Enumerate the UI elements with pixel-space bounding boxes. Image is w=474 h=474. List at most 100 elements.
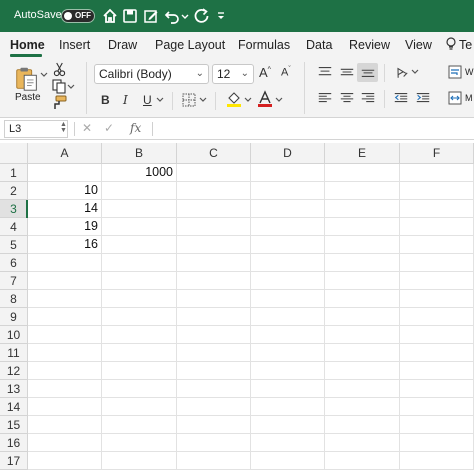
cell-a17[interactable]	[28, 452, 102, 470]
decrease-indent-icon[interactable]	[392, 90, 410, 106]
tab-draw[interactable]: Draw	[108, 38, 137, 52]
cell-c14[interactable]	[177, 398, 251, 416]
cell-e12[interactable]	[325, 362, 400, 380]
row-header-11[interactable]: 11	[0, 344, 28, 362]
cell-b1[interactable]: 1000	[102, 164, 177, 182]
row-header-9[interactable]: 9	[0, 308, 28, 326]
italic-button[interactable]: I	[123, 93, 128, 107]
format-painter-icon[interactable]	[51, 95, 67, 111]
tab-data[interactable]: Data	[306, 38, 332, 52]
cell-b4[interactable]	[102, 218, 177, 236]
cell-c15[interactable]	[177, 416, 251, 434]
cell-f13[interactable]	[400, 380, 474, 398]
autosave-toggle[interactable]: OFF	[61, 9, 95, 23]
cell-a3[interactable]: 14	[28, 200, 102, 218]
cell-e8[interactable]	[325, 290, 400, 308]
orientation-dropdown-icon[interactable]	[411, 67, 419, 77]
cell-b9[interactable]	[102, 308, 177, 326]
insert-function-button[interactable]: fx	[130, 121, 141, 135]
cell-d15[interactable]	[251, 416, 325, 434]
cell-f5[interactable]	[400, 236, 474, 254]
underline-button[interactable]: U	[143, 93, 152, 107]
cell-e11[interactable]	[325, 344, 400, 362]
fill-color-icon[interactable]	[225, 90, 243, 108]
paste-dropdown-icon[interactable]	[40, 70, 48, 80]
cell-c4[interactable]	[177, 218, 251, 236]
column-header-e[interactable]: E	[325, 143, 400, 164]
row-header-14[interactable]: 14	[0, 398, 28, 416]
cell-a12[interactable]	[28, 362, 102, 380]
align-top-icon[interactable]	[316, 64, 334, 80]
merge-center-icon[interactable]	[448, 90, 462, 106]
cell-e6[interactable]	[325, 254, 400, 272]
column-header-a[interactable]: A	[28, 143, 102, 164]
tab-insert[interactable]: Insert	[59, 38, 90, 52]
cell-f8[interactable]	[400, 290, 474, 308]
cell-d7[interactable]	[251, 272, 325, 290]
cell-a10[interactable]	[28, 326, 102, 344]
cut-icon[interactable]	[52, 61, 66, 77]
cell-d1[interactable]	[251, 164, 325, 182]
cell-e16[interactable]	[325, 434, 400, 452]
cell-b8[interactable]	[102, 290, 177, 308]
cell-d8[interactable]	[251, 290, 325, 308]
cell-b14[interactable]	[102, 398, 177, 416]
cell-f1[interactable]	[400, 164, 474, 182]
cell-f10[interactable]	[400, 326, 474, 344]
cell-a2[interactable]: 10	[28, 182, 102, 200]
customize-toolbar-icon[interactable]	[215, 7, 227, 25]
select-all-corner[interactable]	[0, 143, 28, 164]
cell-a14[interactable]	[28, 398, 102, 416]
cell-d5[interactable]	[251, 236, 325, 254]
cell-f17[interactable]	[400, 452, 474, 470]
cell-d13[interactable]	[251, 380, 325, 398]
column-header-f[interactable]: F	[400, 143, 474, 164]
cell-c5[interactable]	[177, 236, 251, 254]
cell-e10[interactable]	[325, 326, 400, 344]
cell-c9[interactable]	[177, 308, 251, 326]
borders-icon[interactable]	[181, 92, 197, 108]
font-size-dropdown[interactable]: 12 ⌄	[212, 64, 254, 84]
cell-c7[interactable]	[177, 272, 251, 290]
column-header-c[interactable]: C	[177, 143, 251, 164]
row-header-5[interactable]: 5	[0, 236, 28, 254]
cell-f14[interactable]	[400, 398, 474, 416]
cell-c13[interactable]	[177, 380, 251, 398]
cell-b13[interactable]	[102, 380, 177, 398]
tab-formulas[interactable]: Formulas	[238, 38, 290, 52]
tab-review[interactable]: Review	[349, 38, 390, 52]
wrap-text-label[interactable]: W	[465, 67, 474, 77]
cell-c1[interactable]	[177, 164, 251, 182]
cell-d11[interactable]	[251, 344, 325, 362]
cell-a15[interactable]	[28, 416, 102, 434]
row-header-7[interactable]: 7	[0, 272, 28, 290]
cell-d2[interactable]	[251, 182, 325, 200]
orientation-icon[interactable]	[392, 63, 410, 81]
cell-d3[interactable]	[251, 200, 325, 218]
cell-d10[interactable]	[251, 326, 325, 344]
column-header-d[interactable]: D	[251, 143, 325, 164]
home-icon[interactable]	[101, 7, 119, 25]
name-box-dropdown-icon[interactable]: ▲ ▼	[60, 121, 67, 134]
row-header-15[interactable]: 15	[0, 416, 28, 434]
font-color-icon[interactable]	[256, 90, 274, 108]
cell-a7[interactable]	[28, 272, 102, 290]
cell-c17[interactable]	[177, 452, 251, 470]
cell-f6[interactable]	[400, 254, 474, 272]
font-name-dropdown[interactable]: Calibri (Body) ⌄	[94, 64, 209, 84]
increase-font-size-icon[interactable]: A^	[259, 65, 271, 80]
row-header-13[interactable]: 13	[0, 380, 28, 398]
row-header-6[interactable]: 6	[0, 254, 28, 272]
row-header-1[interactable]: 1	[0, 164, 28, 182]
row-header-8[interactable]: 8	[0, 290, 28, 308]
cell-e5[interactable]	[325, 236, 400, 254]
save-icon[interactable]	[121, 7, 139, 25]
cell-e2[interactable]	[325, 182, 400, 200]
cell-c3[interactable]	[177, 200, 251, 218]
merge-center-label[interactable]: M	[465, 93, 473, 103]
cell-f7[interactable]	[400, 272, 474, 290]
cell-b12[interactable]	[102, 362, 177, 380]
spreadsheet-grid[interactable]: ABCDEF 1 2 3 4 5 6 7 8 9 10 11 12 13 14 15 16 17 1000 10 1…	[0, 143, 474, 474]
align-center-icon[interactable]	[338, 90, 356, 106]
cell-f3[interactable]	[400, 200, 474, 218]
